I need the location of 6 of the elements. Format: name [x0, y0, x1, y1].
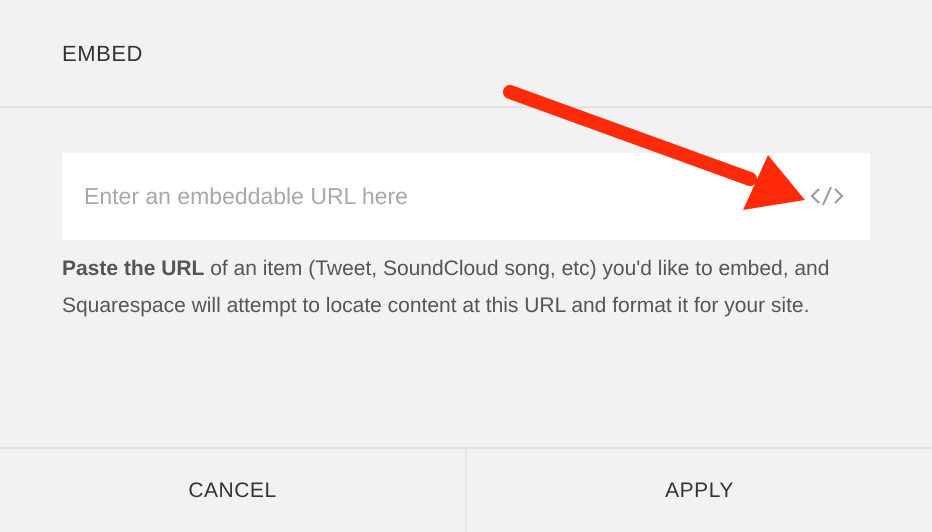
- cancel-button[interactable]: CANCEL: [0, 449, 467, 532]
- help-text: Paste the URL of an item (Tweet, SoundCloud song, etc) you'd like to embed, and Squarespace will attempt to locate content at this URL and format it for your site.: [62, 256, 830, 319]
- code-icon[interactable]: [810, 186, 844, 206]
- apply-button[interactable]: APPLY: [467, 449, 932, 532]
- dialog-title: EMBED: [62, 40, 143, 68]
- url-field[interactable]: Enter an embeddable URL here: [62, 153, 870, 240]
